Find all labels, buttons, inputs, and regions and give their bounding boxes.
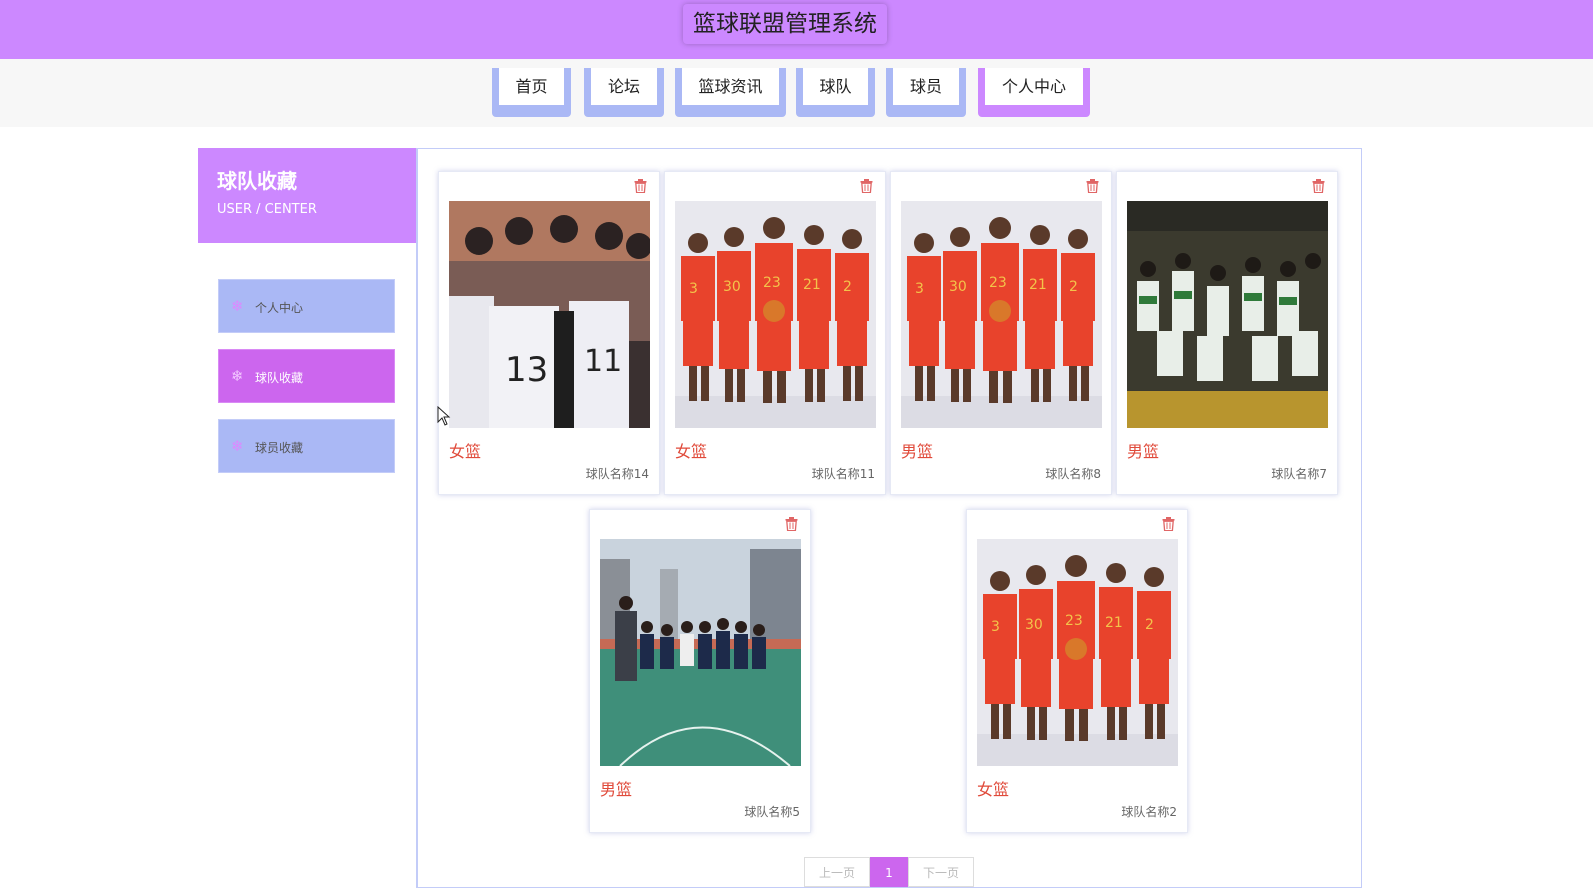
sidebar-item-team-favorites[interactable]: ❄ 球队收藏 (218, 349, 395, 403)
next-page-button[interactable]: 下一页 (908, 857, 974, 887)
trash-icon[interactable] (785, 517, 798, 531)
snowflake-icon: ❄ (231, 297, 244, 315)
team-name: 球队名称7 (1271, 467, 1327, 481)
team-photo[interactable] (901, 201, 1102, 428)
team-card[interactable]: 女篮 球队名称11 (664, 171, 886, 495)
sidebar-title: 球队收藏 (217, 169, 297, 193)
team-card[interactable]: 男篮 球队名称5 (589, 509, 811, 833)
team-type: 男篮 (600, 780, 633, 799)
mouse-cursor-icon (437, 406, 451, 426)
team-photo[interactable] (675, 201, 876, 428)
page-number-button[interactable]: 1 (870, 857, 908, 887)
nav-item-forum[interactable]: 论坛 (584, 68, 664, 117)
nav-item-news[interactable]: 篮球资讯 (675, 68, 786, 117)
sidebar-item-user-center[interactable]: ❄ 个人中心 (218, 279, 395, 333)
team-name: 球队名称2 (1121, 805, 1177, 819)
snowflake-icon: ❄ (231, 437, 244, 455)
team-photo[interactable] (977, 539, 1178, 766)
team-name: 球队名称8 (1045, 467, 1101, 481)
trash-icon[interactable] (860, 179, 873, 193)
sidebar-header: 球队收藏 USER / CENTER (198, 148, 416, 243)
team-name: 球队名称11 (811, 467, 875, 481)
team-card[interactable]: 男篮 球队名称8 (890, 171, 1112, 495)
nav-item-label: 首页 (499, 68, 564, 105)
team-type: 女篮 (675, 442, 708, 461)
top-header-bar: 篮球联盟管理系统 (0, 0, 1593, 59)
team-photo[interactable] (1127, 201, 1328, 428)
sidebar-subtitle: USER / CENTER (217, 202, 317, 217)
snowflake-icon: ❄ (231, 367, 244, 385)
team-type: 女篮 (977, 780, 1010, 799)
team-card[interactable]: 女篮 球队名称2 (966, 509, 1188, 833)
trash-icon[interactable] (1162, 517, 1175, 531)
team-type: 男篮 (1127, 442, 1160, 461)
team-name: 球队名称5 (744, 805, 800, 819)
nav-item-players[interactable]: 球员 (886, 68, 966, 117)
trash-icon[interactable] (1086, 179, 1099, 193)
team-photo[interactable] (449, 201, 650, 428)
pagination: 上一页 1 下一页 (804, 857, 974, 887)
team-card[interactable]: 男篮 球队名称7 (1116, 171, 1338, 495)
trash-icon[interactable] (1312, 179, 1325, 193)
prev-page-button[interactable]: 上一页 (804, 857, 870, 887)
nav-item-teams[interactable]: 球队 (796, 68, 875, 117)
nav-item-label: 篮球资讯 (682, 68, 779, 105)
sidebar-item-label: 个人中心 (255, 301, 304, 315)
nav-item-label: 论坛 (591, 68, 657, 105)
nav-item-label: 球队 (803, 68, 868, 105)
team-name: 球队名称14 (585, 467, 649, 481)
team-type: 女篮 (449, 442, 482, 461)
team-card[interactable]: 女篮 球队名称14 (438, 171, 660, 495)
sidebar-item-label: 球员收藏 (255, 441, 304, 455)
nav-item-home[interactable]: 首页 (492, 68, 571, 117)
team-photo[interactable] (600, 539, 801, 766)
team-type: 男篮 (901, 442, 934, 461)
sidebar-item-player-favorites[interactable]: ❄ 球员收藏 (218, 419, 395, 473)
nav-item-user-center[interactable]: 个人中心 (978, 68, 1090, 117)
nav-item-label: 球员 (893, 68, 959, 105)
nav-item-label: 个人中心 (985, 68, 1083, 105)
trash-icon[interactable] (634, 179, 647, 193)
site-title: 篮球联盟管理系统 (683, 4, 887, 44)
sidebar-item-label: 球队收藏 (255, 371, 304, 385)
